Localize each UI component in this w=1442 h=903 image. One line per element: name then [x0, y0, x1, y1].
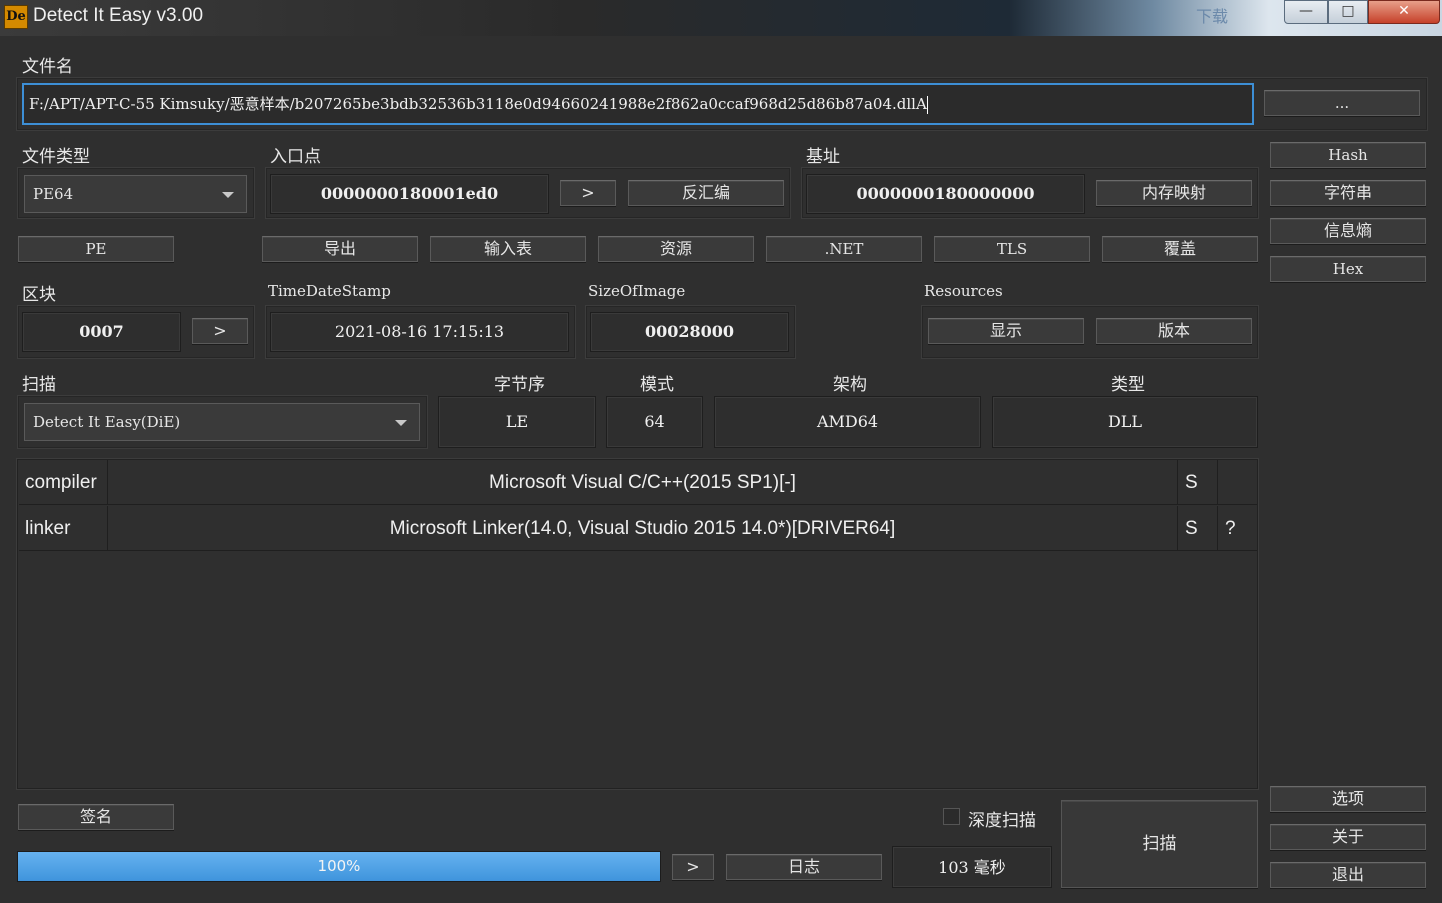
- background-window-text: 下载: [1196, 7, 1229, 26]
- timestamp-label: TimeDateStamp: [268, 282, 391, 300]
- hash-button[interactable]: Hash: [1270, 142, 1426, 168]
- entry-point-value: 0000000180001ed0: [270, 174, 549, 214]
- result-type: linker: [19, 506, 108, 551]
- resources-show-button[interactable]: 显示: [928, 318, 1084, 344]
- options-button[interactable]: 选项: [1270, 786, 1426, 812]
- sections-count-value: 0007: [22, 312, 181, 352]
- result-info-button[interactable]: ?: [1218, 506, 1258, 551]
- scan-label: 扫描: [22, 375, 56, 395]
- base-address-value: 0000000180000000: [806, 174, 1085, 214]
- file-type-select[interactable]: PE64: [24, 175, 247, 213]
- file-type-label: 文件类型: [22, 147, 90, 167]
- overlay-button[interactable]: 覆盖: [1102, 236, 1258, 262]
- size-of-image-label: SizeOfImage: [588, 282, 686, 300]
- timestamp-value: 2021-08-16 17:15:13: [270, 312, 569, 352]
- deep-scan-label: 深度扫描: [968, 811, 1036, 831]
- result-signature-button[interactable]: S: [1178, 506, 1218, 551]
- tls-button[interactable]: TLS: [934, 236, 1090, 262]
- type-label: 类型: [1111, 375, 1145, 395]
- minimize-button[interactable]: —: [1284, 0, 1328, 24]
- size-of-image-value: 00028000: [590, 312, 789, 352]
- app-logo-icon: De: [4, 5, 28, 29]
- progress-text: 100%: [317, 857, 361, 875]
- sections-go-button[interactable]: >: [192, 318, 248, 344]
- deep-scan-checkbox[interactable]: [943, 808, 960, 825]
- scan-results-table: compiler Microsoft Visual C/C++(2015 SP1…: [17, 459, 1258, 789]
- file-path-input[interactable]: F:/APT/APT-C-55 Kimsuky/恶意样本/b207265be3b…: [22, 83, 1254, 125]
- resources-label: Resources: [924, 282, 1003, 300]
- scan-button[interactable]: 扫描: [1061, 800, 1258, 888]
- result-name: Microsoft Visual C/C++(2015 SP1)[-]: [108, 460, 1178, 505]
- browse-button[interactable]: ...: [1264, 90, 1420, 116]
- table-row[interactable]: compiler Microsoft Visual C/C++(2015 SP1…: [19, 460, 1257, 505]
- next-button[interactable]: >: [672, 854, 714, 880]
- close-button[interactable]: ✕: [1368, 0, 1440, 24]
- hex-button[interactable]: Hex: [1270, 256, 1426, 282]
- log-button[interactable]: 日志: [726, 854, 882, 880]
- pe-button[interactable]: PE: [18, 236, 174, 262]
- entry-point-label: 入口点: [270, 147, 321, 167]
- result-name: Microsoft Linker(14.0, Visual Studio 201…: [108, 506, 1178, 551]
- progress-bar: 100%: [17, 851, 661, 882]
- elapsed-time: 103 毫秒: [892, 846, 1052, 888]
- chevron-down-icon: [395, 420, 407, 426]
- mode-label: 模式: [640, 375, 674, 395]
- entry-point-go-button[interactable]: >: [560, 180, 616, 206]
- maximize-button[interactable]: □: [1328, 0, 1368, 24]
- chevron-down-icon: [222, 192, 234, 198]
- scan-engine-value: Detect It Easy(DiE): [33, 413, 181, 431]
- architecture-value: AMD64: [714, 396, 981, 448]
- title-bar: De Detect It Easy v3.00 下载 — □ ✕: [0, 0, 1442, 36]
- resources-version-button[interactable]: 版本: [1096, 318, 1252, 344]
- exit-button[interactable]: 退出: [1270, 862, 1426, 888]
- base-address-label: 基址: [806, 147, 840, 167]
- window-title: Detect It Easy v3.00: [33, 5, 204, 26]
- memory-map-button[interactable]: 内存映射: [1096, 180, 1252, 206]
- endianness-label: 字节序: [494, 375, 545, 395]
- text-caret: [926, 96, 928, 114]
- export-button[interactable]: 导出: [262, 236, 418, 262]
- table-row[interactable]: linker Microsoft Linker(14.0, Visual Stu…: [19, 506, 1257, 551]
- entropy-button[interactable]: 信息熵: [1270, 218, 1426, 244]
- result-info-button[interactable]: [1218, 460, 1258, 505]
- result-signature-button[interactable]: S: [1178, 460, 1218, 505]
- strings-button[interactable]: 字符串: [1270, 180, 1426, 206]
- type-value: DLL: [992, 396, 1258, 448]
- result-type: compiler: [19, 460, 108, 505]
- scan-engine-select[interactable]: Detect It Easy(DiE): [24, 403, 420, 441]
- file-path-text: F:/APT/APT-C-55 Kimsuky/恶意样本/b207265be3b…: [29, 95, 927, 113]
- disassemble-button[interactable]: 反汇编: [628, 180, 784, 206]
- sections-label: 区块: [22, 285, 56, 305]
- file-type-value: PE64: [33, 185, 74, 203]
- endianness-value: LE: [438, 396, 596, 448]
- resource-button[interactable]: 资源: [598, 236, 754, 262]
- import-button[interactable]: 输入表: [430, 236, 586, 262]
- mode-value: 64: [606, 396, 703, 448]
- about-button[interactable]: 关于: [1270, 824, 1426, 850]
- dotnet-button[interactable]: .NET: [766, 236, 922, 262]
- file-name-label: 文件名: [22, 57, 73, 77]
- signature-button[interactable]: 签名: [18, 804, 174, 830]
- architecture-label: 架构: [833, 375, 867, 395]
